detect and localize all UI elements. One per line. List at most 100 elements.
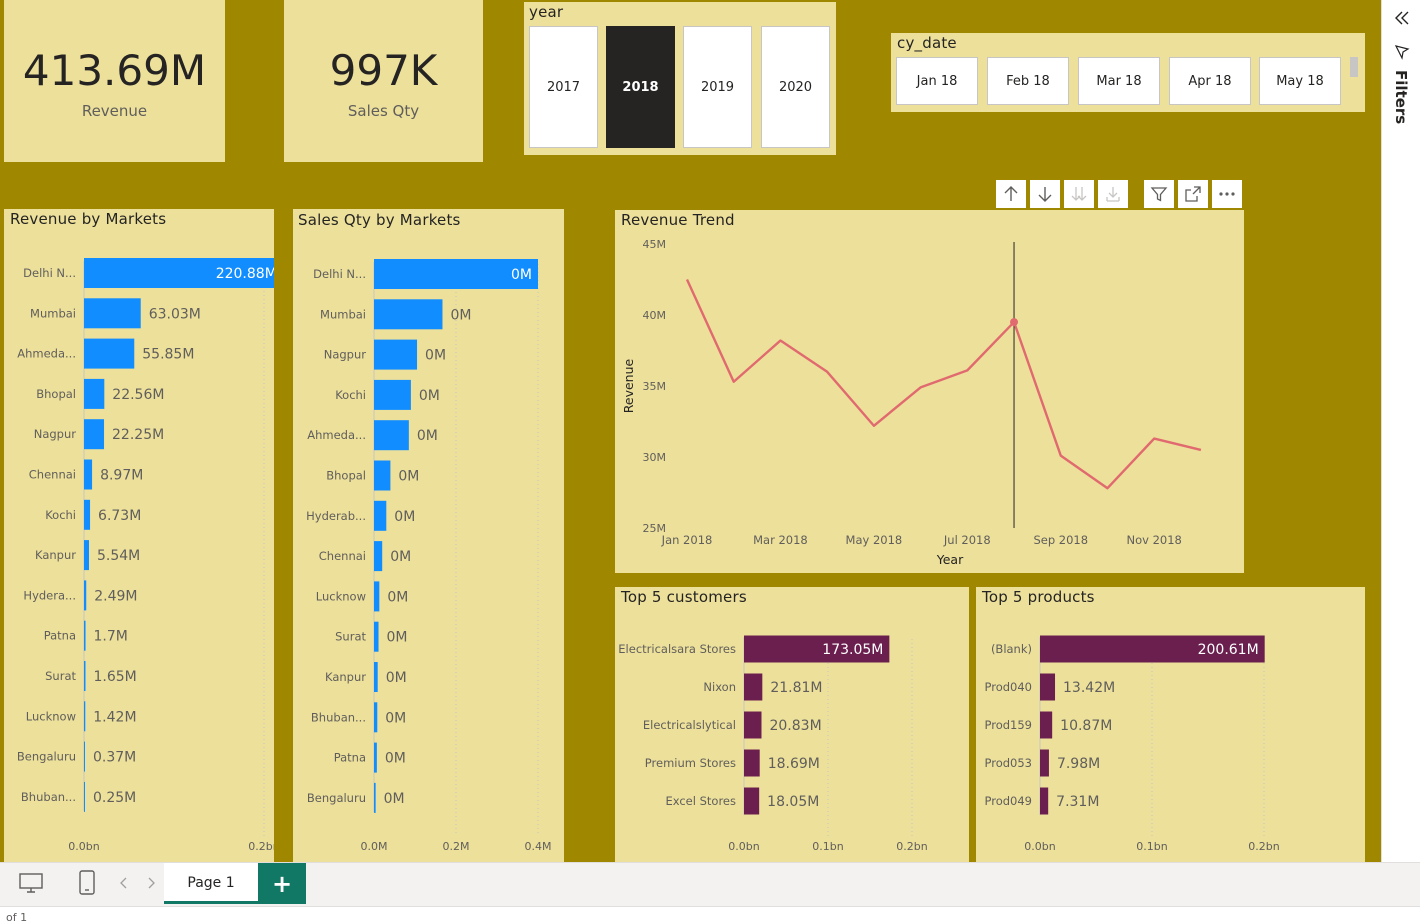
category-label: Chennai — [319, 549, 366, 563]
y-tick-label: 45M — [643, 238, 667, 251]
bar — [84, 459, 93, 490]
page-navigation-bar: Page 1 + — [0, 862, 1420, 906]
revenue-kpi-card[interactable]: 413.69M Revenue — [4, 0, 225, 162]
data-label: 21.81M — [770, 680, 822, 696]
category-label: Hydera... — [23, 588, 76, 602]
arrow-up-icon[interactable] — [996, 180, 1026, 208]
x-tick-label: 0.0bn — [728, 840, 759, 853]
x-tick-label: Sep 2018 — [1033, 533, 1088, 547]
cy-date-option-may[interactable]: May 18 — [1259, 57, 1341, 105]
year-option-2020[interactable]: 2020 — [761, 26, 830, 148]
data-label: 1.65M — [93, 669, 136, 685]
category-label: Surat — [335, 630, 366, 644]
top-5-products-chart: 0.0bn 0.1bn 0.2bn (Blank) 200.61M Prod040 13.4… — [985, 635, 1280, 853]
category-label: Bhopal — [326, 469, 366, 483]
category-label: Mumbai — [320, 307, 366, 321]
category-label: Bhuban... — [311, 710, 366, 724]
bar — [374, 621, 379, 652]
cy-date-option-jan[interactable]: Jan 18 — [896, 57, 978, 105]
bar — [84, 701, 86, 732]
sales-qty-kpi-card[interactable]: 997K Sales Qty — [284, 0, 483, 162]
data-label: 0M — [384, 791, 405, 807]
category-label: Patna — [44, 629, 76, 643]
category-label: Prod159 — [985, 718, 1033, 732]
category-label: Mumbai — [30, 306, 76, 320]
prev-page-icon[interactable] — [118, 875, 130, 891]
category-label: Bhopal — [36, 387, 76, 401]
bar — [84, 338, 135, 369]
top-5-products-visual[interactable]: Top 5 products 0.0bn 0.1bn 0.2bn (Blank) 200… — [976, 587, 1365, 862]
filter-icon[interactable] — [1144, 180, 1174, 208]
bar — [84, 781, 85, 812]
category-label: Nixon — [703, 680, 736, 694]
cy-date-option-apr[interactable]: Apr 18 — [1169, 57, 1251, 105]
focus-mode-icon[interactable] — [1178, 180, 1208, 208]
add-page-button[interactable]: + — [258, 863, 306, 904]
category-label: Kanpur — [325, 670, 366, 684]
top-5-customers-visual[interactable]: Top 5 customers 0.0bn 0.1bn 0.2bn Electrica… — [615, 587, 969, 862]
data-label: 8.97M — [100, 468, 143, 484]
data-label: 0M — [385, 710, 406, 726]
bar — [84, 378, 105, 409]
y-tick-label: 35M — [643, 380, 667, 393]
page-tab[interactable]: Page 1 — [164, 863, 258, 904]
category-label: Surat — [45, 669, 76, 683]
filter-pane-icon — [1394, 44, 1410, 60]
category-label: Chennai — [29, 468, 76, 482]
bar — [744, 711, 762, 739]
data-label: 200.61M — [1198, 642, 1259, 658]
cy-date-slicer-title: cy_date — [897, 34, 957, 52]
category-label: Bhuban... — [21, 790, 76, 804]
filters-label[interactable]: Filters — [1392, 70, 1410, 124]
report-canvas: 413.69M Revenue 997K Sales Qty year 2017… — [0, 0, 1381, 862]
data-label: 0.37M — [93, 750, 136, 766]
data-label: 63.03M — [149, 306, 201, 322]
sales-qty-by-markets-visual[interactable]: Sales Qty by Markets 0.0M 0.2M 0.4M Delhi N… — [293, 209, 564, 862]
data-label: 20.83M — [769, 718, 821, 734]
cy-date-scrollbar[interactable] — [1350, 57, 1358, 77]
desktop-layout-icon[interactable] — [18, 871, 44, 895]
bar — [84, 499, 91, 530]
bar — [1040, 711, 1053, 739]
category-label: Prod040 — [985, 680, 1033, 694]
revenue-by-markets-chart: 0.0bn 0.2bn Delhi N... 220.88M Mumbai 63.03M A… — [17, 258, 274, 853]
x-tick-label: 0.1bn — [812, 840, 843, 853]
data-label: 0M — [425, 348, 446, 364]
x-tick-label: 0.0bn — [1024, 840, 1055, 853]
revenue-trend-visual[interactable]: Revenue Trend 45M 40M 35M 30M 25M Jan 2018 Mar… — [615, 210, 1244, 573]
collapse-chevron-icon[interactable] — [1392, 8, 1412, 28]
x-tick-label: 0.0M — [361, 840, 388, 853]
bar — [84, 580, 87, 611]
category-label: Ahmeda... — [307, 428, 366, 442]
cy-date-option-feb[interactable]: Feb 18 — [987, 57, 1069, 105]
expand-hierarchy-icon[interactable] — [1098, 180, 1128, 208]
data-label: 0M — [390, 549, 411, 565]
category-label: Kochi — [45, 508, 76, 522]
bar — [84, 540, 89, 571]
data-label: 10.87M — [1060, 718, 1112, 734]
data-label: 0M — [386, 670, 407, 686]
year-slicer: year 2017 2018 2019 2020 — [524, 2, 836, 155]
revenue-kpi-label: Revenue — [81, 102, 148, 120]
y-axis-title: Revenue — [621, 358, 636, 413]
double-arrow-down-icon[interactable] — [1064, 180, 1094, 208]
year-option-2018[interactable]: 2018 — [606, 26, 675, 148]
data-label: 22.56M — [112, 387, 164, 403]
year-option-2017[interactable]: 2017 — [529, 26, 598, 148]
data-label: 0M — [387, 630, 408, 646]
x-tick-label: 0.2M — [443, 840, 470, 853]
page-count-text: of 1 — [6, 911, 28, 923]
category-label: Lucknow — [26, 709, 76, 723]
next-page-icon[interactable] — [145, 875, 157, 891]
cy-date-option-mar[interactable]: Mar 18 — [1078, 57, 1160, 105]
series-line — [685, 279, 1202, 490]
more-options-icon[interactable] — [1212, 180, 1242, 208]
year-option-2019[interactable]: 2019 — [683, 26, 752, 148]
top-5-customers-chart: 0.0bn 0.1bn 0.2bn Electricalsara Stores 173.… — [618, 635, 928, 853]
arrow-down-icon[interactable] — [1030, 180, 1060, 208]
data-label: 18.05M — [767, 794, 819, 810]
filters-pane[interactable]: Filters — [1381, 0, 1420, 862]
revenue-by-markets-visual[interactable]: Revenue by Markets 0.0bn0.2bnDelhi N...2… — [4, 209, 274, 862]
x-tick-label: Mar 2018 — [753, 533, 808, 547]
mobile-layout-icon[interactable] — [78, 869, 96, 897]
